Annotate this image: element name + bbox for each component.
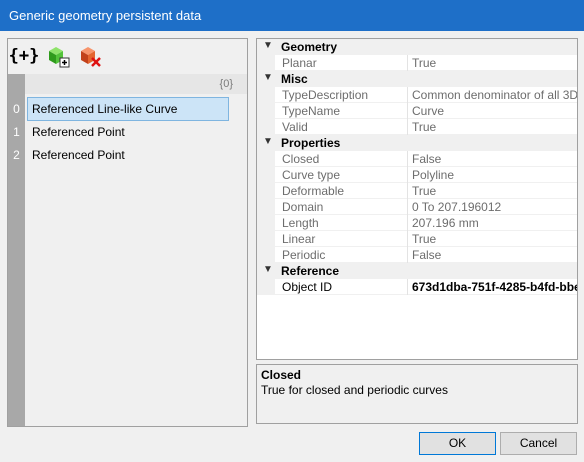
category-properties[interactable]: ▼ Properties xyxy=(257,135,577,151)
property-name: Valid xyxy=(282,120,308,134)
tree-item[interactable]: 1 Referenced Point xyxy=(8,120,247,144)
tree-item-label[interactable]: Referenced Line-like Curve xyxy=(27,97,229,121)
property-name: Linear xyxy=(282,232,316,246)
property-row[interactable]: Closed False xyxy=(257,151,577,167)
cancel-button[interactable]: Cancel xyxy=(500,432,577,455)
chevron-down-icon[interactable]: ▼ xyxy=(263,40,273,51)
property-row[interactable]: TypeName Curve xyxy=(257,103,577,119)
property-row[interactable]: Object ID 673d1dba-751f-4285-b4fd-bbe xyxy=(257,279,577,295)
data-tree-panel: {+} {0} 0 Referenced Line-like Curve 1 R… xyxy=(7,38,248,427)
property-name: Deformable xyxy=(282,184,345,198)
property-row[interactable]: Periodic False xyxy=(257,247,577,263)
category-misc[interactable]: ▼ Misc xyxy=(257,71,577,87)
tree-item-index: 0 xyxy=(13,102,20,116)
add-geometry-button[interactable] xyxy=(44,42,72,70)
property-name: Closed xyxy=(282,152,320,166)
description-title: Closed xyxy=(261,368,302,382)
category-label: Reference xyxy=(281,264,340,278)
tree-item-label[interactable]: Referenced Point xyxy=(27,120,229,144)
property-value: True xyxy=(412,232,437,246)
tree-path-header: {0} xyxy=(25,74,247,94)
property-value: False xyxy=(412,152,442,166)
ok-button[interactable]: OK xyxy=(419,432,496,455)
category-label: Geometry xyxy=(281,40,338,54)
property-name: TypeName xyxy=(282,104,341,118)
description-panel: Closed True for closed and periodic curv… xyxy=(256,364,578,424)
property-value: True xyxy=(412,184,437,198)
chevron-down-icon[interactable]: ▼ xyxy=(263,136,273,147)
tree-item-index: 2 xyxy=(13,148,20,162)
category-geometry[interactable]: ▼ Geometry xyxy=(257,39,577,55)
property-name: Curve type xyxy=(282,168,341,182)
property-row[interactable]: Curve type Polyline xyxy=(257,167,577,183)
property-row[interactable]: Valid True xyxy=(257,119,577,135)
tree-item-index: 1 xyxy=(13,125,20,139)
property-row[interactable]: Domain 0 To 207.196012 xyxy=(257,199,577,215)
property-value: Polyline xyxy=(412,168,455,182)
property-row[interactable]: Planar True xyxy=(257,55,577,71)
property-grid: ▼ Geometry Planar True ▼ Misc TypeDescri… xyxy=(256,38,578,360)
property-value: 0 To 207.196012 xyxy=(412,200,502,214)
tree-item-label[interactable]: Referenced Point xyxy=(27,143,229,167)
chevron-down-icon[interactable]: ▼ xyxy=(263,264,273,275)
category-label: Properties xyxy=(281,136,341,150)
property-row[interactable]: Length 207.196 mm xyxy=(257,215,577,231)
tree-item[interactable]: 0 Referenced Line-like Curve xyxy=(8,97,247,121)
property-name: Object ID xyxy=(282,280,333,294)
property-row[interactable]: TypeDescription Common denominator of al… xyxy=(257,87,577,103)
property-value: False xyxy=(412,248,442,262)
tree-item[interactable]: 2 Referenced Point xyxy=(8,143,247,167)
property-row[interactable]: Linear True xyxy=(257,231,577,247)
property-value: Curve xyxy=(412,104,445,118)
remove-geometry-button[interactable] xyxy=(76,42,104,70)
property-value: 207.196 mm xyxy=(412,216,479,230)
chevron-down-icon[interactable]: ▼ xyxy=(263,72,273,83)
tree-path-label: {0} xyxy=(219,78,233,90)
category-reference[interactable]: ▼ Reference xyxy=(257,263,577,279)
data-tree: {0} 0 Referenced Line-like Curve 1 Refer… xyxy=(8,74,247,426)
property-name: Domain xyxy=(282,200,324,214)
property-name: TypeDescription xyxy=(282,88,369,102)
category-label: Misc xyxy=(281,72,308,86)
property-value: Common denominator of all 3D curv xyxy=(412,88,578,102)
add-geometry-icon xyxy=(49,47,70,68)
remove-geometry-icon xyxy=(81,47,101,67)
window-title: Generic geometry persistent data xyxy=(0,0,584,31)
property-row[interactable]: Deformable True xyxy=(257,183,577,199)
description-text: True for closed and periodic curves xyxy=(261,383,448,397)
property-value: 673d1dba-751f-4285-b4fd-bbe xyxy=(412,280,578,294)
property-value: True xyxy=(412,120,437,134)
property-name: Length xyxy=(282,216,319,230)
property-value: True xyxy=(412,56,437,70)
property-name: Periodic xyxy=(282,248,326,262)
add-item-button[interactable]: {+} xyxy=(9,42,40,70)
toolbar: {+} xyxy=(8,39,247,73)
property-name: Planar xyxy=(282,56,317,70)
